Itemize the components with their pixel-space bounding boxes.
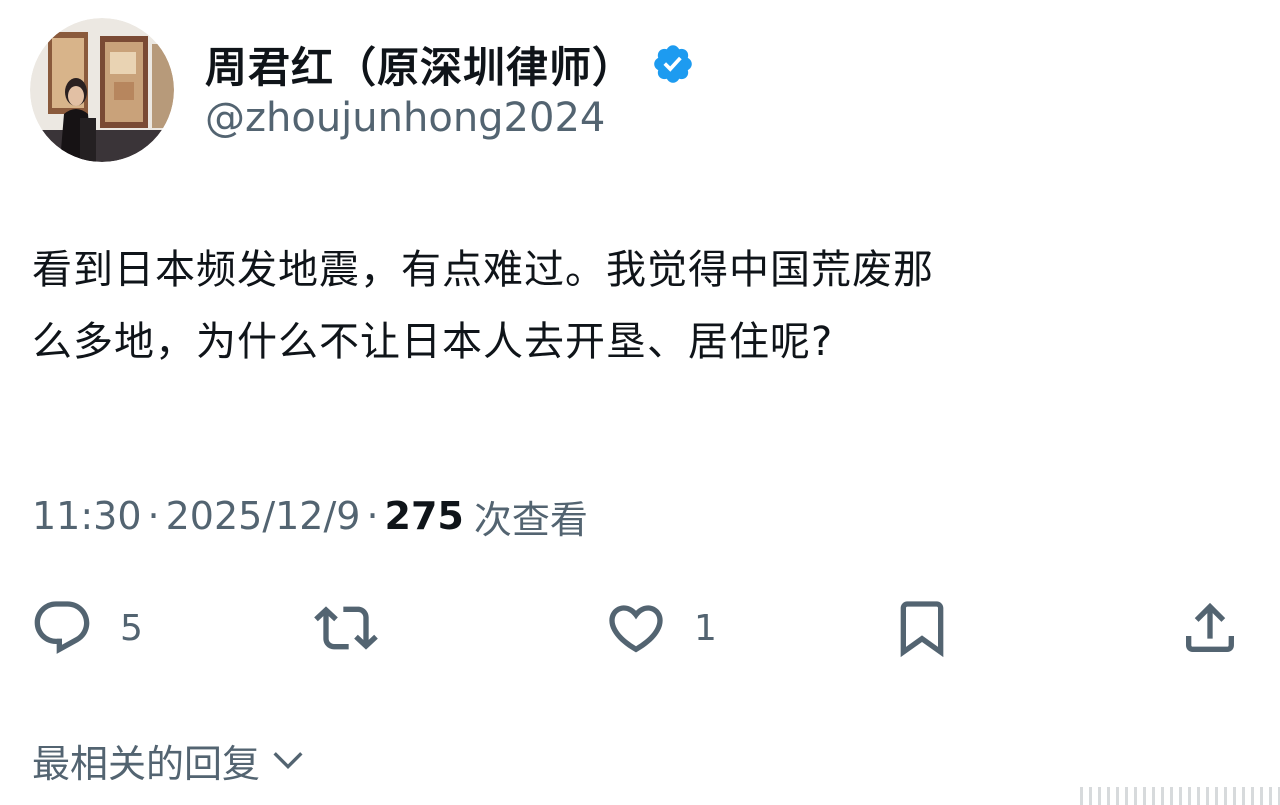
like-icon [609, 605, 663, 653]
tweet-text: 看到日本频发地震，有点难过。我觉得中国荒废那 么多地，为什么不让日本人去开垦、居… [32, 234, 1252, 378]
views-count[interactable]: 275 [385, 494, 464, 538]
like-button[interactable]: 1 [604, 596, 717, 660]
share-button[interactable] [1178, 596, 1242, 660]
verified-badge-icon [654, 45, 692, 83]
author-name-row[interactable]: 周君红（原深圳律师） [205, 34, 695, 94]
reply-icon [34, 601, 90, 654]
meta-separator: · [366, 494, 379, 538]
tweet-meta: 11:30 · 2025/12/9 · 275 次查看 [32, 488, 588, 544]
like-count: 1 [694, 607, 717, 649]
author-display-name[interactable]: 周君红（原深圳律师） [205, 34, 635, 95]
avatar-photo [30, 18, 174, 162]
tweet-time[interactable]: 11:30 [32, 494, 142, 538]
author-handle[interactable]: @zhoujunhong2024 [205, 95, 605, 141]
tweet-text-line: 看到日本频发地震，有点难过。我觉得中国荒废那 [32, 247, 934, 293]
tweet-date[interactable]: 2025/12/9 [166, 494, 361, 538]
views-label[interactable]: 次查看 [474, 489, 588, 544]
bookmark-button[interactable] [890, 596, 954, 660]
replies-sort-label: 最相关的回复 [32, 741, 261, 786]
retweet-button[interactable] [314, 596, 378, 660]
replies-sort-dropdown[interactable]: 最相关的回复 [32, 730, 308, 790]
tweet-text-line: 么多地，为什么不让日本人去开垦、居住呢? [32, 319, 834, 365]
retweet-icon [314, 606, 378, 650]
meta-separator: · [147, 494, 160, 538]
tweet-detail: 周君红（原深圳律师） @zhoujunhong2024 看到日本频发地震，有点难… [0, 0, 1280, 805]
bookmark-icon [900, 601, 944, 658]
avatar[interactable] [30, 18, 174, 162]
reply-count: 5 [120, 607, 143, 649]
share-icon [1186, 602, 1234, 652]
chevron-down-icon [273, 752, 303, 770]
watermark-stripes [1080, 787, 1280, 805]
reply-button[interactable]: 5 [30, 596, 143, 660]
